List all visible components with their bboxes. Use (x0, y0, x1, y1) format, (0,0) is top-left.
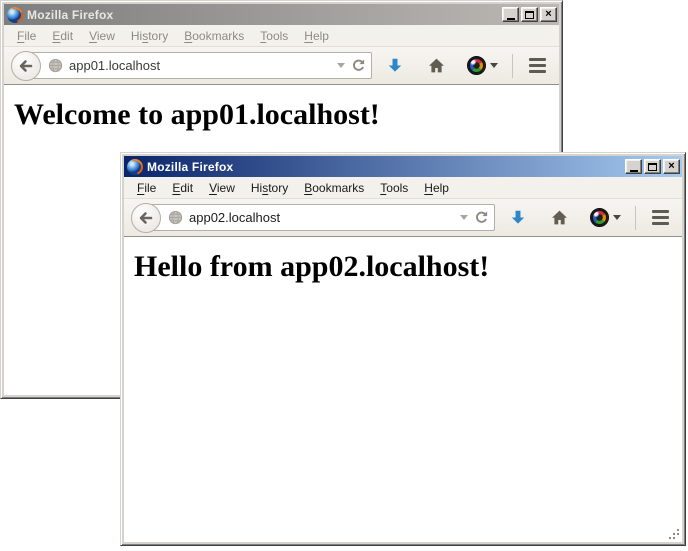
back-button[interactable] (131, 203, 161, 233)
close-icon: × (545, 9, 551, 20)
toolbar-separator (512, 54, 513, 78)
reload-icon (351, 58, 366, 73)
home-button[interactable] (428, 57, 445, 74)
url-dropdown-icon[interactable] (460, 215, 468, 220)
google-icon (467, 56, 486, 75)
downloads-button[interactable] (509, 209, 527, 227)
window-title: Mozilla Firefox (27, 8, 496, 22)
menu-tools[interactable]: Tools (372, 178, 416, 198)
navigation-toolbar: app02.localhost (124, 199, 682, 237)
reload-button[interactable] (351, 58, 366, 73)
menu-history[interactable]: History (123, 26, 176, 46)
toolbar-separator (635, 206, 636, 230)
menu-view[interactable]: View (201, 178, 243, 198)
home-icon (428, 57, 445, 74)
reload-button[interactable] (474, 210, 489, 225)
firefox-icon (127, 159, 143, 175)
caption-buttons: × (623, 159, 680, 174)
menu-file[interactable]: File (9, 26, 44, 46)
firefox-window-app02: Mozilla Firefox × File Edit View History… (120, 152, 686, 546)
url-bar[interactable]: app02.localhost (146, 204, 495, 231)
reload-icon (474, 210, 489, 225)
menu-file[interactable]: File (129, 178, 164, 198)
menu-bar: File Edit View History Bookmarks Tools H… (124, 177, 682, 199)
resize-grip[interactable] (677, 537, 679, 539)
downloads-button[interactable] (386, 57, 404, 75)
close-button[interactable]: × (540, 7, 557, 22)
titlebar[interactable]: Mozilla Firefox × (4, 4, 559, 25)
menu-panel-button[interactable] (652, 210, 669, 225)
titlebar[interactable]: Mozilla Firefox × (124, 156, 682, 177)
download-arrow-icon (509, 209, 527, 227)
home-button[interactable] (551, 209, 568, 226)
url-text: app01.localhost (69, 58, 331, 73)
back-arrow-icon (138, 210, 154, 226)
menu-help[interactable]: Help (416, 178, 457, 198)
site-globe-icon (48, 58, 63, 73)
google-icon (590, 208, 609, 227)
minimize-icon (507, 18, 515, 20)
search-engine-button[interactable] (590, 208, 621, 227)
menu-edit[interactable]: Edit (44, 26, 81, 46)
minimize-icon (630, 170, 638, 172)
window-title: Mozilla Firefox (147, 160, 619, 174)
menu-bookmarks[interactable]: Bookmarks (296, 178, 372, 198)
url-text: app02.localhost (189, 210, 454, 225)
maximize-button[interactable] (644, 159, 661, 174)
menu-bar: File Edit View History Bookmarks Tools H… (4, 25, 559, 47)
close-icon: × (668, 161, 674, 172)
close-button[interactable]: × (663, 159, 680, 174)
page-content: Hello from app02.localhost! (124, 237, 682, 542)
download-arrow-icon (386, 57, 404, 75)
url-bar[interactable]: app01.localhost (26, 52, 372, 79)
url-dropdown-icon[interactable] (337, 63, 345, 68)
menu-tools[interactable]: Tools (252, 26, 296, 46)
home-icon (551, 209, 568, 226)
menu-panel-button[interactable] (529, 58, 546, 73)
search-dropdown-icon (613, 215, 621, 220)
minimize-button[interactable] (502, 7, 519, 22)
caption-buttons: × (500, 7, 557, 22)
navigation-toolbar: app01.localhost (4, 47, 559, 85)
page-heading: Hello from app02.localhost! (134, 250, 674, 284)
maximize-icon (525, 11, 534, 19)
maximize-button[interactable] (521, 7, 538, 22)
menu-edit[interactable]: Edit (164, 178, 201, 198)
back-arrow-icon (18, 58, 34, 74)
menu-history[interactable]: History (243, 178, 296, 198)
site-globe-icon (168, 210, 183, 225)
search-engine-button[interactable] (467, 56, 498, 75)
page-heading: Welcome to app01.localhost! (14, 98, 551, 132)
menu-view[interactable]: View (81, 26, 123, 46)
search-dropdown-icon (490, 63, 498, 68)
minimize-button[interactable] (625, 159, 642, 174)
firefox-icon (7, 7, 23, 23)
menu-help[interactable]: Help (296, 26, 337, 46)
back-button[interactable] (11, 51, 41, 81)
maximize-icon (648, 163, 657, 171)
menu-bookmarks[interactable]: Bookmarks (176, 26, 252, 46)
